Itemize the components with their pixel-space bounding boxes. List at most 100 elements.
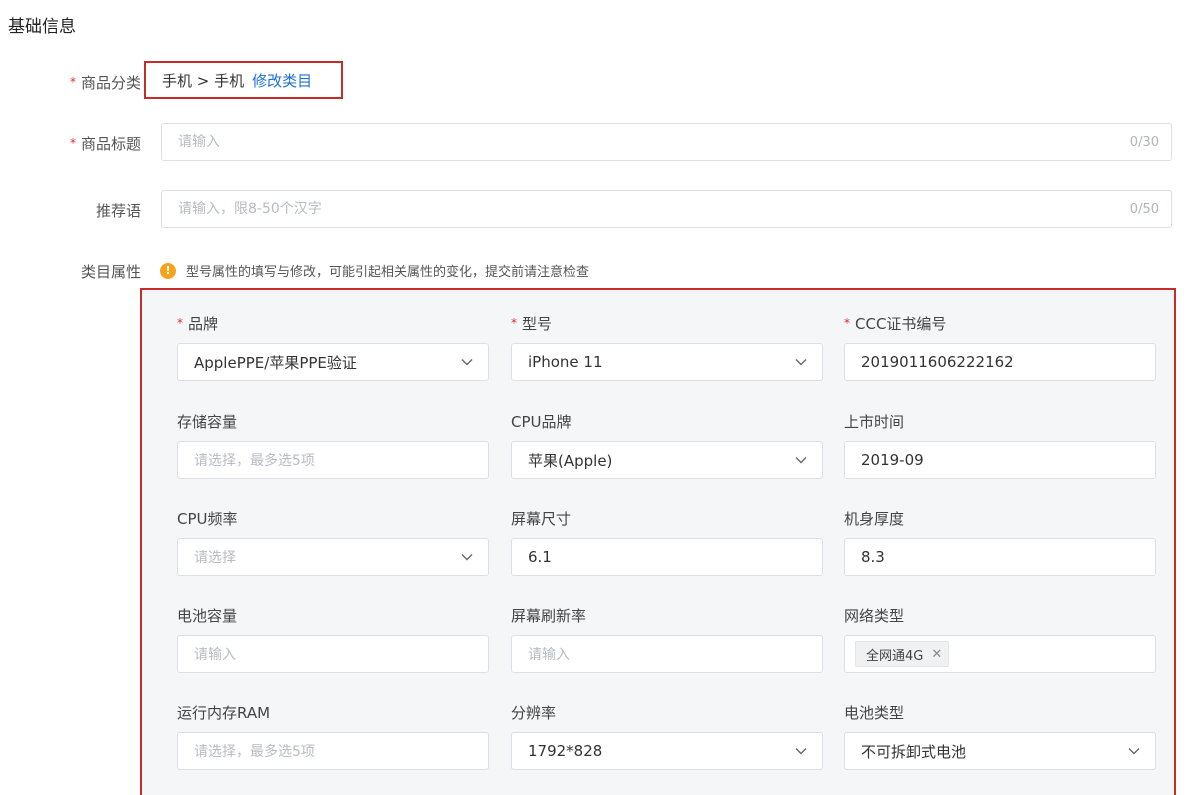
attr-field-label-text: 品牌 xyxy=(188,315,219,333)
attr-field: * CCC证书编号 2019011606222162 xyxy=(844,313,1156,381)
required-star: * xyxy=(69,75,76,89)
title-counter: 0/30 xyxy=(1129,134,1159,150)
attr-input[interactable]: 2019011606222162 xyxy=(844,343,1156,381)
attr-select[interactable]: iPhone 11 xyxy=(511,343,823,381)
attr-field-label-text: 屏幕尺寸 xyxy=(511,510,572,528)
attr-placeholder: 请输入 xyxy=(528,647,570,663)
attr-field-label-text: 屏幕刷新率 xyxy=(511,607,587,625)
attr-value: 8.3 xyxy=(861,548,885,566)
attr-select[interactable]: 不可拆卸式电池 xyxy=(844,732,1156,770)
tag-text: 全网通4G xyxy=(866,648,924,664)
attr-field-label-text: 型号 xyxy=(522,315,553,333)
warning-icon: ! xyxy=(160,262,176,279)
attr-field-label-text: 电池容量 xyxy=(177,607,238,625)
close-icon[interactable]: ✕ xyxy=(931,647,942,662)
slogan-counter: 0/50 xyxy=(1129,201,1159,217)
attr-input[interactable]: 8.3 xyxy=(844,538,1156,576)
attr-input[interactable]: 请选择，最多选5项 xyxy=(177,732,489,770)
attr-field-label: CPU频率 xyxy=(177,508,489,530)
required-star: * xyxy=(69,136,76,150)
attr-field: 屏幕尺寸 6.1 xyxy=(511,508,823,576)
attr-select[interactable]: 1792*828 xyxy=(511,732,823,770)
attr-field-label-text: 存储容量 xyxy=(177,413,238,431)
chevron-down-icon xyxy=(794,355,808,369)
attr-field-label: * CCC证书编号 xyxy=(844,313,1156,335)
attr-value: 2019011606222162 xyxy=(861,353,1014,371)
attr-value: 1792*828 xyxy=(528,742,603,760)
attr-field-label: 屏幕尺寸 xyxy=(511,508,823,530)
attr-field-label: 网络类型 xyxy=(844,605,1156,627)
attr-select[interactable]: ApplePPE/苹果PPE验证 xyxy=(177,343,489,381)
attr-field-label: 存储容量 xyxy=(177,411,489,433)
attr-field-label: * 品牌 xyxy=(177,313,489,335)
attr-value: 6.1 xyxy=(528,548,552,566)
attr-field-label: 上市时间 xyxy=(844,411,1156,433)
attr-input[interactable]: 6.1 xyxy=(511,538,823,576)
chevron-down-icon xyxy=(1127,744,1141,758)
attr-tag-input[interactable]: 全网通4G ✕ xyxy=(844,635,1156,673)
attr-select[interactable]: 请选择 xyxy=(177,538,489,576)
attr-field: 网络类型全网通4G ✕ xyxy=(844,605,1156,673)
attr-field-label-text: 电池类型 xyxy=(844,704,905,722)
required-star: * xyxy=(511,316,517,330)
attr-select[interactable]: 苹果(Apple) xyxy=(511,441,823,479)
attr-field-label: CPU品牌 xyxy=(511,411,823,433)
attr-field-label: 电池容量 xyxy=(177,605,489,627)
attr-field-label: 电池类型 xyxy=(844,702,1156,724)
title-input[interactable] xyxy=(178,134,1130,150)
attr-field-label-text: 运行内存RAM xyxy=(177,704,271,722)
attr-field: 电池类型不可拆卸式电池 xyxy=(844,702,1156,770)
required-star: * xyxy=(844,316,850,330)
attributes-notice: ! 型号属性的填写与修改，可能引起相关属性的变化，提交前请注意检查 xyxy=(160,261,589,280)
attr-field: 电池容量请输入 xyxy=(177,605,489,673)
attr-value: 不可拆卸式电池 xyxy=(861,742,967,761)
chevron-down-icon xyxy=(460,355,474,369)
attr-field: 机身厚度 8.3 xyxy=(844,508,1156,576)
attr-field: 分辨率 1792*828 xyxy=(511,702,823,770)
attr-value: 2019-09 xyxy=(861,451,924,469)
attr-field-label-text: 机身厚度 xyxy=(844,510,905,528)
slogan-input[interactable] xyxy=(178,201,1130,217)
attr-input[interactable]: 请选择，最多选5项 xyxy=(177,441,489,479)
attr-field-label-text: CPU品牌 xyxy=(511,413,572,431)
attr-field-label-text: CPU频率 xyxy=(177,510,238,528)
attr-field-label: 分辨率 xyxy=(511,702,823,724)
attr-placeholder: 请选择 xyxy=(194,550,236,566)
attr-value: ApplePPE/苹果PPE验证 xyxy=(194,353,357,372)
category-box: 手机 > 手机 修改类目 xyxy=(144,61,343,99)
attr-field-label-text: 分辨率 xyxy=(511,704,557,722)
chevron-down-icon xyxy=(794,744,808,758)
attr-placeholder: 请选择，最多选5项 xyxy=(194,744,315,760)
attr-field: 上市时间 2019-09 xyxy=(844,411,1156,479)
category-label: * 商品分类 xyxy=(69,74,141,92)
attr-field-label: 屏幕刷新率 xyxy=(511,605,823,627)
attr-field: 存储容量请选择，最多选5项 xyxy=(177,411,489,479)
attributes-label: 类目属性 xyxy=(80,263,141,281)
attr-field: * 型号 iPhone 11 xyxy=(511,313,823,381)
attr-placeholder: 请输入 xyxy=(194,647,236,663)
attr-field-label-text: 网络类型 xyxy=(844,607,905,625)
network-type-tag: 全网通4G ✕ xyxy=(855,641,950,667)
attr-field: 屏幕刷新率 请输入 xyxy=(511,605,823,673)
required-star: * xyxy=(177,316,183,330)
attr-field-label: * 型号 xyxy=(511,313,823,335)
section-title: 基础信息 xyxy=(8,17,76,37)
attr-field-label: 运行内存RAM xyxy=(177,702,489,724)
attr-value: 苹果(Apple) xyxy=(528,451,613,470)
attr-field-label-text: 上市时间 xyxy=(844,413,905,431)
attr-input[interactable]: 请输入 xyxy=(511,635,823,673)
title-input-wrapper: 0/30 xyxy=(161,123,1172,161)
attr-field: CPU频率请选择 xyxy=(177,508,489,576)
attr-input[interactable]: 2019-09 xyxy=(844,441,1156,479)
change-category-link[interactable]: 修改类目 xyxy=(252,70,312,91)
attributes-panel: * 品牌 ApplePPE/苹果PPE验证 * 型号 iPhone 11 * CCC证书编号 2… xyxy=(140,288,1176,795)
attr-value: iPhone 11 xyxy=(528,353,603,371)
category-path: 手机 > 手机 xyxy=(162,71,245,90)
attr-input[interactable]: 请输入 xyxy=(177,635,489,673)
slogan-input-wrapper: 0/50 xyxy=(161,190,1172,228)
chevron-down-icon xyxy=(794,453,808,467)
attr-field-label-text: CCC证书编号 xyxy=(855,315,947,333)
attr-field: 运行内存RAM 请选择，最多选5项 xyxy=(177,702,489,770)
title-label: * 商品标题 xyxy=(69,135,141,153)
notice-text: 型号属性的填写与修改，可能引起相关属性的变化，提交前请注意检查 xyxy=(186,265,590,280)
